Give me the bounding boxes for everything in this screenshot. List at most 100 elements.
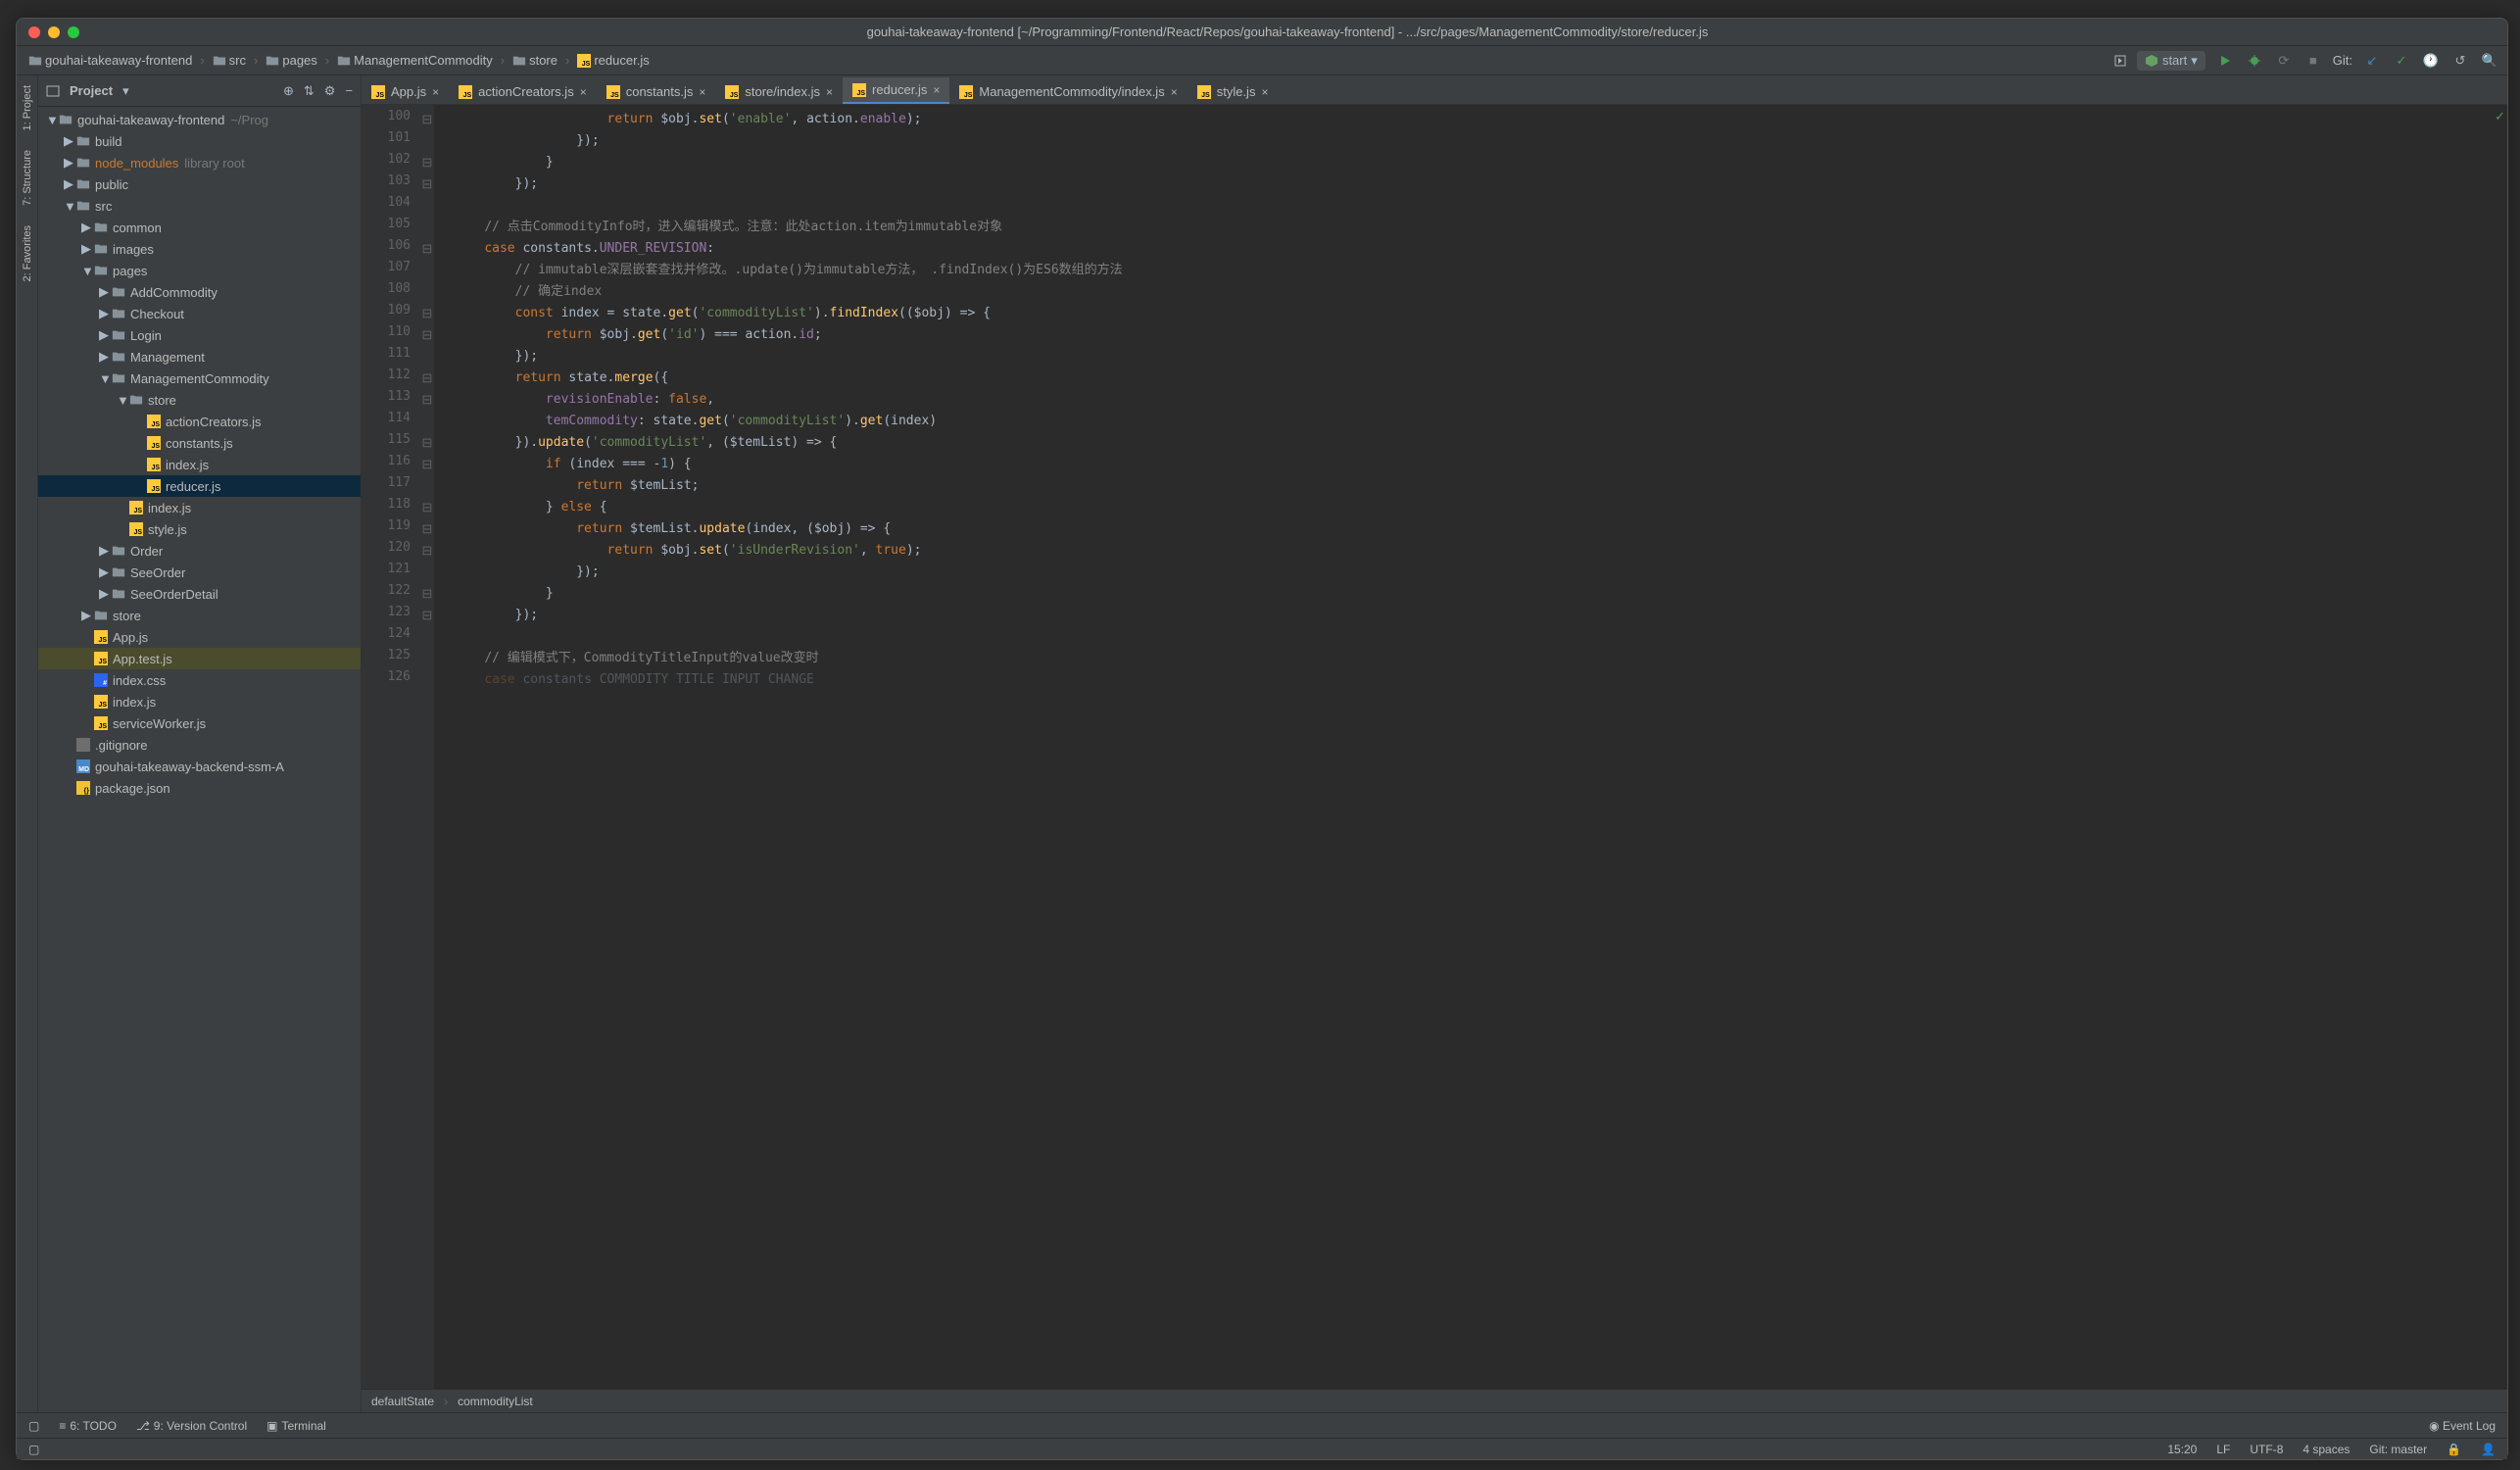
debug-button[interactable] (2245, 51, 2264, 71)
minimize-icon[interactable]: − (345, 83, 353, 98)
encoding[interactable]: UTF-8 (2250, 1443, 2283, 1456)
inspection-ok-icon[interactable]: ✓ (2495, 109, 2505, 124)
close-icon[interactable]: × (933, 83, 940, 97)
chevron-down-icon[interactable]: ▾ (122, 83, 129, 99)
close-icon[interactable]: × (826, 85, 833, 99)
tree-item[interactable]: ▶node_moduleslibrary root (38, 152, 361, 173)
crumb[interactable]: store (509, 51, 561, 70)
tree-item[interactable]: #index.css (38, 669, 361, 691)
close-icon[interactable]: × (432, 85, 439, 99)
tree-item[interactable]: ▶SeeOrder (38, 562, 361, 583)
breadcrumbs-bottom: defaultState › commodityList (362, 1389, 2507, 1412)
close-icon[interactable]: × (580, 85, 587, 99)
crumb[interactable]: JSreducer.js (573, 51, 653, 70)
tree-item[interactable]: ▶build (38, 130, 361, 152)
tree-item[interactable]: ▼pages (38, 260, 361, 281)
editor-tab[interactable]: JSreducer.js× (843, 77, 949, 104)
structure-tool-tab[interactable]: 7: Structure (22, 150, 33, 206)
toolwindow-toggle-icon[interactable]: ▢ (28, 1419, 39, 1433)
crumb[interactable]: src (209, 51, 250, 70)
left-tool-gutter: 1: Project 7: Structure 2: Favorites (17, 75, 38, 1412)
close-window-button[interactable] (28, 26, 40, 38)
run-config-select[interactable]: start ▾ (2137, 51, 2205, 71)
tree-item[interactable]: JSindex.js (38, 497, 361, 518)
tree-item[interactable]: JSreducer.js (38, 475, 361, 497)
tree-item[interactable]: ▶images (38, 238, 361, 260)
tree-item[interactable]: MDgouhai-takeaway-backend-ssm-A (38, 756, 361, 777)
coverage-button[interactable]: ⟳ (2274, 51, 2294, 71)
build-icon[interactable] (2113, 54, 2127, 68)
git-branch[interactable]: Git: master (2369, 1443, 2427, 1456)
tree-item[interactable]: JSstyle.js (38, 518, 361, 540)
maximize-window-button[interactable] (68, 26, 79, 38)
sidebar-title: Project (70, 83, 113, 98)
status-toggle[interactable]: ▢ (28, 1443, 39, 1456)
tree-item[interactable]: JSindex.js (38, 691, 361, 712)
editor-tab[interactable]: JSManagementCommodity/index.js× (949, 79, 1187, 104)
line-separator[interactable]: LF (2216, 1443, 2230, 1456)
undo-icon[interactable]: ↺ (2450, 51, 2470, 71)
editor-tab[interactable]: JSstyle.js× (1187, 79, 1279, 104)
editor-tab[interactable]: JSstore/index.js× (715, 79, 843, 104)
tree-item[interactable]: ▶SeeOrderDetail (38, 583, 361, 605)
git-commit-icon[interactable]: ✓ (2392, 51, 2411, 71)
main-area: 1: Project 7: Structure 2: Favorites Pro… (17, 75, 2507, 1412)
tree-item[interactable]: ▶Login (38, 324, 361, 346)
tree-item[interactable]: .gitignore (38, 734, 361, 756)
titlebar: gouhai-takeaway-frontend [~/Programming/… (17, 19, 2507, 46)
run-button[interactable] (2215, 51, 2235, 71)
git-history-icon[interactable]: 🕐 (2421, 51, 2441, 71)
search-icon[interactable]: 🔍 (2480, 51, 2499, 71)
gear-icon[interactable]: ⚙ (324, 83, 336, 99)
caret-position[interactable]: 15:20 (2167, 1443, 2197, 1456)
tree-item[interactable]: ▶AddCommodity (38, 281, 361, 303)
todo-tab[interactable]: ≡ 6: TODO (59, 1419, 117, 1433)
tree-item[interactable]: ▶store (38, 605, 361, 626)
nodejs-icon (2145, 54, 2158, 68)
tree-item[interactable]: ▶common (38, 217, 361, 238)
tree-item[interactable]: ▶Management (38, 346, 361, 368)
tree-item[interactable]: JSApp.js (38, 626, 361, 648)
stop-button[interactable]: ■ (2303, 51, 2323, 71)
git-pull-icon[interactable]: ↙ (2362, 51, 2382, 71)
expand-icon[interactable]: ⇅ (304, 83, 315, 99)
traffic-lights (28, 26, 79, 38)
tree-item[interactable]: JSApp.test.js (38, 648, 361, 669)
tree-item[interactable]: JSserviceWorker.js (38, 712, 361, 734)
bc-item[interactable]: commodityList (458, 1395, 533, 1408)
indent[interactable]: 4 spaces (2302, 1443, 2350, 1456)
tree-item[interactable]: JSindex.js (38, 454, 361, 475)
editor-tab[interactable]: JSApp.js× (362, 79, 449, 104)
code-area[interactable]: return $obj.set('enable', action.enable)… (434, 105, 2507, 1389)
tree-item[interactable]: {}package.json (38, 777, 361, 799)
tree-item[interactable]: ▼store (38, 389, 361, 411)
favorites-tool-tab[interactable]: 2: Favorites (22, 225, 33, 281)
editor-tab[interactable]: JSactionCreators.js× (449, 79, 597, 104)
bc-item[interactable]: defaultState (371, 1395, 434, 1408)
minimize-window-button[interactable] (48, 26, 60, 38)
tree-item[interactable]: JSconstants.js (38, 432, 361, 454)
tree-item[interactable]: ▼ManagementCommodity (38, 368, 361, 389)
tree-item[interactable]: ▶public (38, 173, 361, 195)
lock-icon[interactable]: 🔒 (2447, 1443, 2461, 1456)
tree-item[interactable]: JSactionCreators.js (38, 411, 361, 432)
tree-item[interactable]: ▼src (38, 195, 361, 217)
crumb[interactable]: gouhai-takeaway-frontend (24, 51, 196, 70)
editor-area: JSApp.js×JSactionCreators.js×JSconstants… (362, 75, 2507, 1412)
project-tree[interactable]: ▼gouhai-takeaway-frontend~/Prog▶build▶no… (38, 107, 361, 1412)
tree-item[interactable]: ▶Checkout (38, 303, 361, 324)
editor-tab[interactable]: JSconstants.js× (597, 79, 716, 104)
close-icon[interactable]: × (699, 85, 705, 99)
close-icon[interactable]: × (1261, 85, 1268, 99)
event-log-button[interactable]: ◉ Event Log (2429, 1419, 2496, 1433)
crumb[interactable]: ManagementCommodity (333, 51, 497, 70)
crumb[interactable]: pages (262, 51, 320, 70)
tree-item[interactable]: ▶Order (38, 540, 361, 562)
tree-item[interactable]: ▼gouhai-takeaway-frontend~/Prog (38, 109, 361, 130)
project-tool-tab[interactable]: 1: Project (22, 85, 33, 130)
terminal-tab[interactable]: ▣ Terminal (267, 1419, 326, 1433)
inspection-icon[interactable]: 👤 (2481, 1443, 2496, 1456)
vcs-tab[interactable]: ⎇ 9: Version Control (136, 1419, 247, 1433)
target-icon[interactable]: ⊕ (283, 83, 294, 99)
close-icon[interactable]: × (1171, 85, 1178, 99)
